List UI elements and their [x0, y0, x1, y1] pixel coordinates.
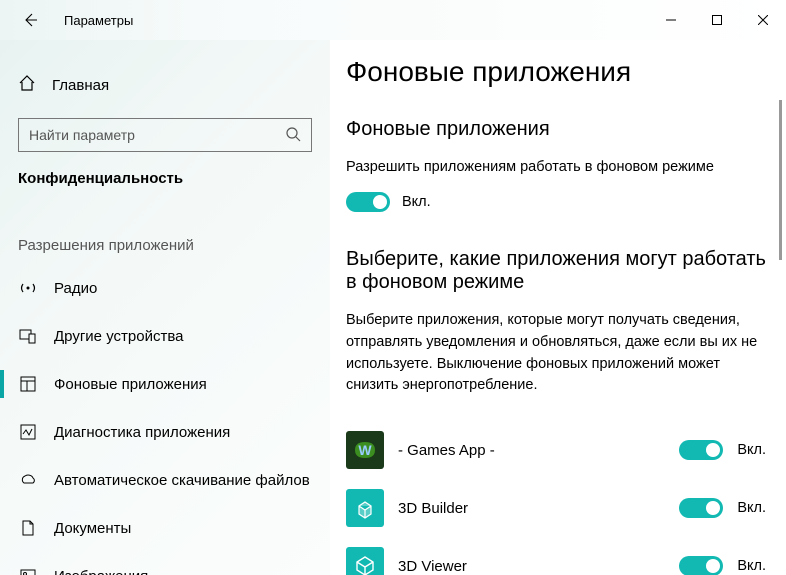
diagnostics-icon: [18, 422, 38, 442]
sidebar-item-label: Автоматическое скачивание файлов: [54, 472, 310, 489]
sidebar-item-other-devices[interactable]: Другие устройства: [0, 312, 330, 360]
cloud-download-icon: [18, 470, 38, 490]
sidebar-item-background-apps[interactable]: Фоновые приложения: [0, 360, 330, 408]
search-box[interactable]: [18, 118, 312, 152]
radio-icon: [18, 278, 38, 298]
sidebar-item-radio[interactable]: Радио: [0, 264, 330, 312]
app-name: 3D Viewer: [398, 558, 665, 575]
app-icon-games: W: [346, 431, 384, 469]
home-link[interactable]: Главная: [0, 68, 330, 118]
close-button[interactable]: [740, 4, 786, 36]
section-title-choose-apps: Выберите, какие приложения могут работат…: [346, 248, 766, 294]
sidebar: Главная Конфиденциальность Разрешения пр…: [0, 40, 330, 575]
home-label: Главная: [52, 77, 109, 94]
master-toggle-label: Разрешить приложениям работать в фоновом…: [346, 157, 766, 178]
sidebar-item-images[interactable]: Изображения: [0, 552, 330, 575]
app-row: 3D Builder Вкл.: [346, 479, 766, 537]
sidebar-item-label: Фоновые приложения: [54, 376, 207, 393]
app-row: W - Games App - Вкл.: [346, 421, 766, 479]
master-toggle-state: Вкл.: [402, 194, 431, 210]
app-toggle[interactable]: [679, 440, 723, 460]
sidebar-item-label: Радио: [54, 280, 97, 297]
app-row: 3D Viewer Вкл.: [346, 537, 766, 575]
app-toggle-state: Вкл.: [737, 442, 766, 458]
app-icon-3d-builder: [346, 489, 384, 527]
app-toggle[interactable]: [679, 498, 723, 518]
section-subheader: Разрешения приложений: [0, 213, 330, 264]
sidebar-item-label: Документы: [54, 520, 131, 537]
titlebar: Параметры: [0, 0, 786, 40]
app-toggle[interactable]: [679, 556, 723, 575]
section-title-background: Фоновые приложения: [346, 118, 766, 141]
category-title: Конфиденциальность: [0, 170, 330, 213]
scrollbar[interactable]: [779, 100, 782, 260]
window-title: Параметры: [64, 13, 133, 28]
app-icon-3d-viewer: [346, 547, 384, 575]
section-description: Выберите приложения, которые могут получ…: [346, 310, 766, 397]
sidebar-item-documents[interactable]: Документы: [0, 504, 330, 552]
back-button[interactable]: [18, 8, 42, 32]
search-input[interactable]: [19, 127, 275, 143]
svg-text:W: W: [358, 442, 372, 458]
master-toggle[interactable]: [346, 192, 390, 212]
maximize-button[interactable]: [694, 4, 740, 36]
sidebar-item-label: Диагностика приложения: [54, 424, 230, 441]
minimize-button[interactable]: [648, 4, 694, 36]
sidebar-item-app-diagnostics[interactable]: Диагностика приложения: [0, 408, 330, 456]
content-pane: Фоновые приложения Фоновые приложения Ра…: [330, 40, 786, 575]
home-icon: [18, 74, 36, 96]
devices-icon: [18, 326, 38, 346]
app-name: 3D Builder: [398, 500, 665, 517]
sidebar-item-label: Изображения: [54, 568, 148, 575]
sidebar-item-auto-downloads[interactable]: Автоматическое скачивание файлов: [0, 456, 330, 504]
app-toggle-state: Вкл.: [737, 558, 766, 574]
app-toggle-state: Вкл.: [737, 500, 766, 516]
app-name: - Games App -: [398, 442, 665, 459]
search-icon: [275, 126, 311, 145]
background-apps-icon: [18, 374, 38, 394]
sidebar-item-label: Другие устройства: [54, 328, 183, 345]
document-icon: [18, 518, 38, 538]
images-icon: [18, 566, 38, 575]
page-title: Фоновые приложения: [346, 56, 766, 88]
